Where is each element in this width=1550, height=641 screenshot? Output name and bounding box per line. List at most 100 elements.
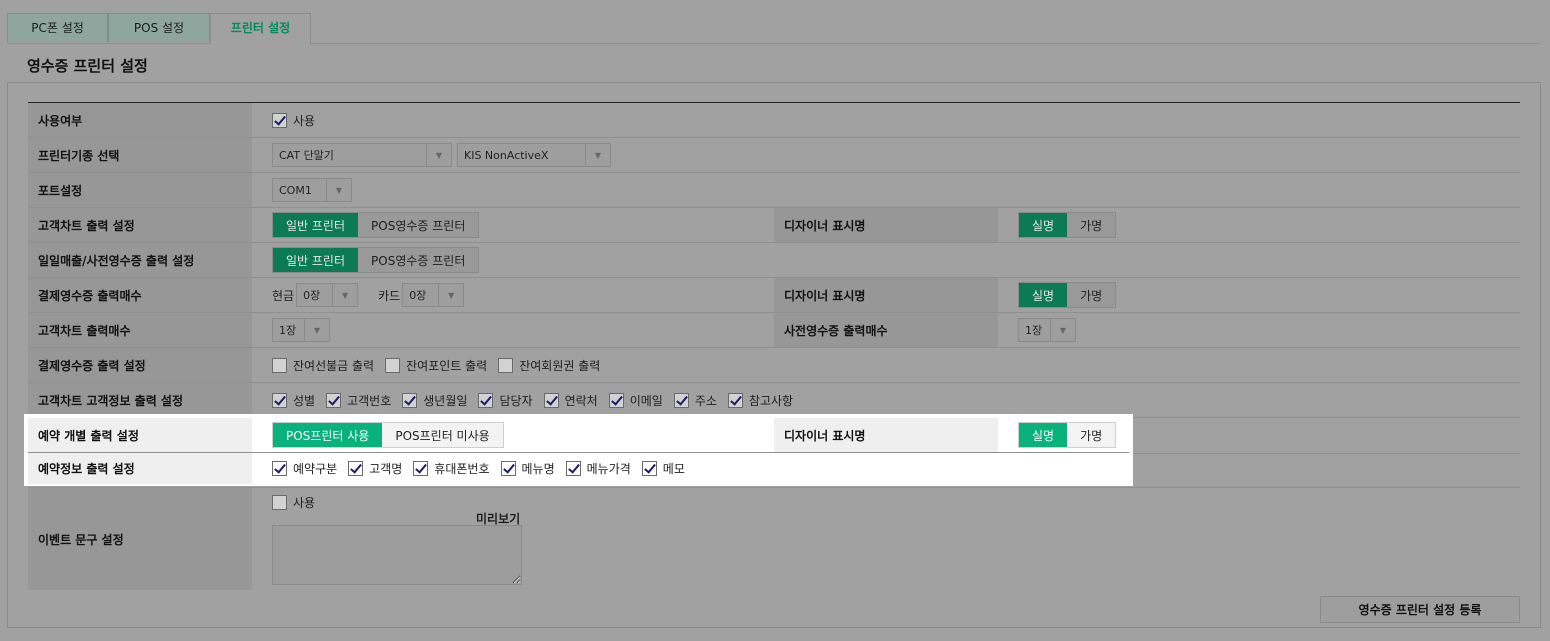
general-printer-option[interactable]: 일반 프린터 xyxy=(273,213,359,237)
row-chart-count: 고객차트 출력매수 1장 ▼ 사전영수증 출력매수 1장 ▼ xyxy=(28,313,1520,348)
checkbox-label: 잔여회원권 출력 xyxy=(519,358,601,373)
row-receipt-count: 결제영수증 출력매수 현금 0장 ▼ 카드 0장 ▼ 디자이너 표시명 실명 가명 xyxy=(28,278,1520,313)
address-checkbox[interactable]: 주소 xyxy=(673,392,717,409)
general-printer-option[interactable]: 일반 프린터 xyxy=(273,248,359,272)
pos-receipt-printer-option[interactable]: POS영수증 프린터 xyxy=(358,248,479,272)
chevron-down-icon: ▼ xyxy=(332,284,357,306)
card-count-select[interactable]: 0장 ▼ xyxy=(402,283,465,307)
row-reservation-individual: 예약 개별 출력 설정 POS프린터 사용 POS프린터 미사용 디자이너 표시… xyxy=(28,418,1129,453)
alias-option[interactable]: 가명 xyxy=(1067,213,1116,237)
mobile-number-checkbox[interactable]: 휴대폰번호 xyxy=(413,460,490,477)
checkbox-checked-icon xyxy=(500,461,516,476)
row-right-filler xyxy=(1133,418,1520,454)
register-button[interactable]: 영수증 프린터 설정 등록 xyxy=(1320,596,1520,623)
reservation-type-checkbox[interactable]: 예약구분 xyxy=(272,460,337,477)
alias-option[interactable]: 가명 xyxy=(1067,423,1116,447)
select-value: KIS NonActiveX xyxy=(464,148,549,162)
row-label: 고객차트 고객정보 출력 설정 xyxy=(28,383,252,417)
chevron-down-icon: ▼ xyxy=(304,319,329,341)
checkbox-label: 참고사항 xyxy=(748,393,794,408)
row-printer-type: 프린터기종 선택 CAT 단말기 ▼ KIS NonActiveX ▼ xyxy=(28,138,1520,173)
printer-model-select[interactable]: KIS NonActiveX ▼ xyxy=(457,143,611,167)
contact-checkbox[interactable]: 연락처 xyxy=(543,392,598,409)
checkbox-checked-icon xyxy=(543,392,559,408)
checkbox-label: 사용 xyxy=(293,113,316,128)
menu-name-checkbox[interactable]: 메뉴명 xyxy=(500,460,555,477)
event-text-area[interactable] xyxy=(272,525,522,585)
checkbox-unchecked-icon xyxy=(272,357,287,373)
checkbox-label: 고객명 xyxy=(369,462,403,476)
row-label: 사용여부 xyxy=(28,103,252,137)
row-label: 결제영수증 출력 설정 xyxy=(28,348,252,382)
checkbox-unchecked-icon xyxy=(385,357,401,373)
pre-receipt-count-select[interactable]: 1장 ▼ xyxy=(1018,318,1076,342)
event-use-checkbox[interactable]: 사용 xyxy=(272,494,315,511)
checkbox-checked-icon xyxy=(727,392,743,408)
select-value: 0장 xyxy=(409,289,427,302)
select-value: COM1 xyxy=(279,183,312,197)
birthdate-checkbox[interactable]: 생년월일 xyxy=(402,392,467,409)
tab-printer[interactable]: 프린터 설정 xyxy=(210,13,311,44)
email-checkbox[interactable]: 이메일 xyxy=(608,392,663,409)
pos-printer-unuse-option[interactable]: POS프린터 미사용 xyxy=(382,423,503,447)
checkbox-unchecked-icon xyxy=(498,357,514,373)
chevron-down-icon: ▼ xyxy=(585,144,610,166)
memo-checkbox[interactable]: 메모 xyxy=(641,460,685,477)
select-value: 1장 xyxy=(279,324,297,337)
customer-number-checkbox[interactable]: 고객번호 xyxy=(326,392,391,409)
cash-count-select[interactable]: 0장 ▼ xyxy=(296,283,359,307)
checkbox-label: 메뉴명 xyxy=(521,462,555,476)
checkbox-label: 예약구분 xyxy=(293,462,338,476)
use-checkbox[interactable]: 사용 xyxy=(272,112,315,129)
real-name-option[interactable]: 실명 xyxy=(1019,213,1068,237)
chart-printer-toggle: 일반 프린터 POS영수증 프린터 xyxy=(272,212,480,238)
row-receipt-setting: 결제영수증 출력 설정 잔여선불금 출력 잔여포인트 출력 잔여회원권 출력 xyxy=(28,348,1520,383)
gender-checkbox[interactable]: 성별 xyxy=(272,392,315,409)
port-select[interactable]: COM1 ▼ xyxy=(272,178,352,202)
select-value: 1장 xyxy=(1025,324,1043,337)
checkbox-label: 메뉴가격 xyxy=(586,462,631,476)
checkbox-checked-icon xyxy=(272,461,287,476)
chart-count-select[interactable]: 1장 ▼ xyxy=(272,318,330,342)
checkbox-label: 연락처 xyxy=(564,393,598,408)
checkbox-checked-icon xyxy=(478,392,494,408)
designer-display-label: 디자이너 표시명 xyxy=(774,418,998,452)
checkbox-label: 생년월일 xyxy=(423,393,468,408)
checkbox-label: 주소 xyxy=(694,393,717,408)
row-daily-output: 일일매출/사전영수증 출력 설정 일반 프린터 POS영수증 프린터 xyxy=(28,243,1520,278)
remaining-points-checkbox[interactable]: 잔여포인트 출력 xyxy=(385,357,487,374)
remaining-membership-checkbox[interactable]: 잔여회원권 출력 xyxy=(498,357,600,374)
printer-type-select[interactable]: CAT 단말기 ▼ xyxy=(272,143,452,167)
menu-price-checkbox[interactable]: 메뉴가격 xyxy=(565,460,631,477)
checkbox-checked-icon xyxy=(272,392,287,408)
real-name-option[interactable]: 실명 xyxy=(1019,423,1068,447)
row-label: 이벤트 문구 설정 xyxy=(28,488,252,590)
alias-option[interactable]: 가명 xyxy=(1067,283,1116,307)
manager-checkbox[interactable]: 담당자 xyxy=(478,392,533,409)
chevron-down-icon: ▼ xyxy=(438,284,463,306)
row-label: 고객차트 출력 설정 xyxy=(28,208,252,242)
designer-name-toggle: 실명 가명 xyxy=(1018,422,1117,448)
checkbox-checked-icon xyxy=(565,461,581,476)
row-chart-output: 고객차트 출력 설정 일반 프린터 POS영수증 프린터 디자이너 표시명 실명… xyxy=(28,208,1520,243)
row-label: 포트설정 xyxy=(28,173,252,207)
customer-name-checkbox[interactable]: 고객명 xyxy=(348,460,402,477)
checkbox-label: 잔여선불금 출력 xyxy=(293,358,375,373)
pos-receipt-printer-option[interactable]: POS영수증 프린터 xyxy=(358,213,479,237)
tab-bar: PC폰 설정 POS 설정 프린터 설정 xyxy=(7,13,1540,44)
card-label: 카드 xyxy=(378,288,401,303)
pos-printer-use-option[interactable]: POS프린터 사용 xyxy=(273,423,383,447)
checkbox-label: 담당자 xyxy=(499,393,533,408)
real-name-option[interactable]: 실명 xyxy=(1019,283,1068,307)
reservation-pos-toggle: POS프린터 사용 POS프린터 미사용 xyxy=(272,422,504,448)
tab-pos[interactable]: POS 설정 xyxy=(108,13,210,42)
chevron-down-icon: ▼ xyxy=(1050,319,1075,341)
tab-pc-phone[interactable]: PC폰 설정 xyxy=(7,13,108,42)
notes-checkbox[interactable]: 참고사항 xyxy=(727,392,794,409)
designer-display-label: 디자이너 표시명 xyxy=(774,208,998,242)
select-value: 0장 xyxy=(303,289,321,302)
row-label: 결제영수증 출력매수 xyxy=(28,278,252,312)
checkbox-unchecked-icon xyxy=(272,495,287,510)
row-label: 고객차트 출력매수 xyxy=(28,313,252,347)
remaining-prepaid-checkbox[interactable]: 잔여선불금 출력 xyxy=(272,357,374,374)
